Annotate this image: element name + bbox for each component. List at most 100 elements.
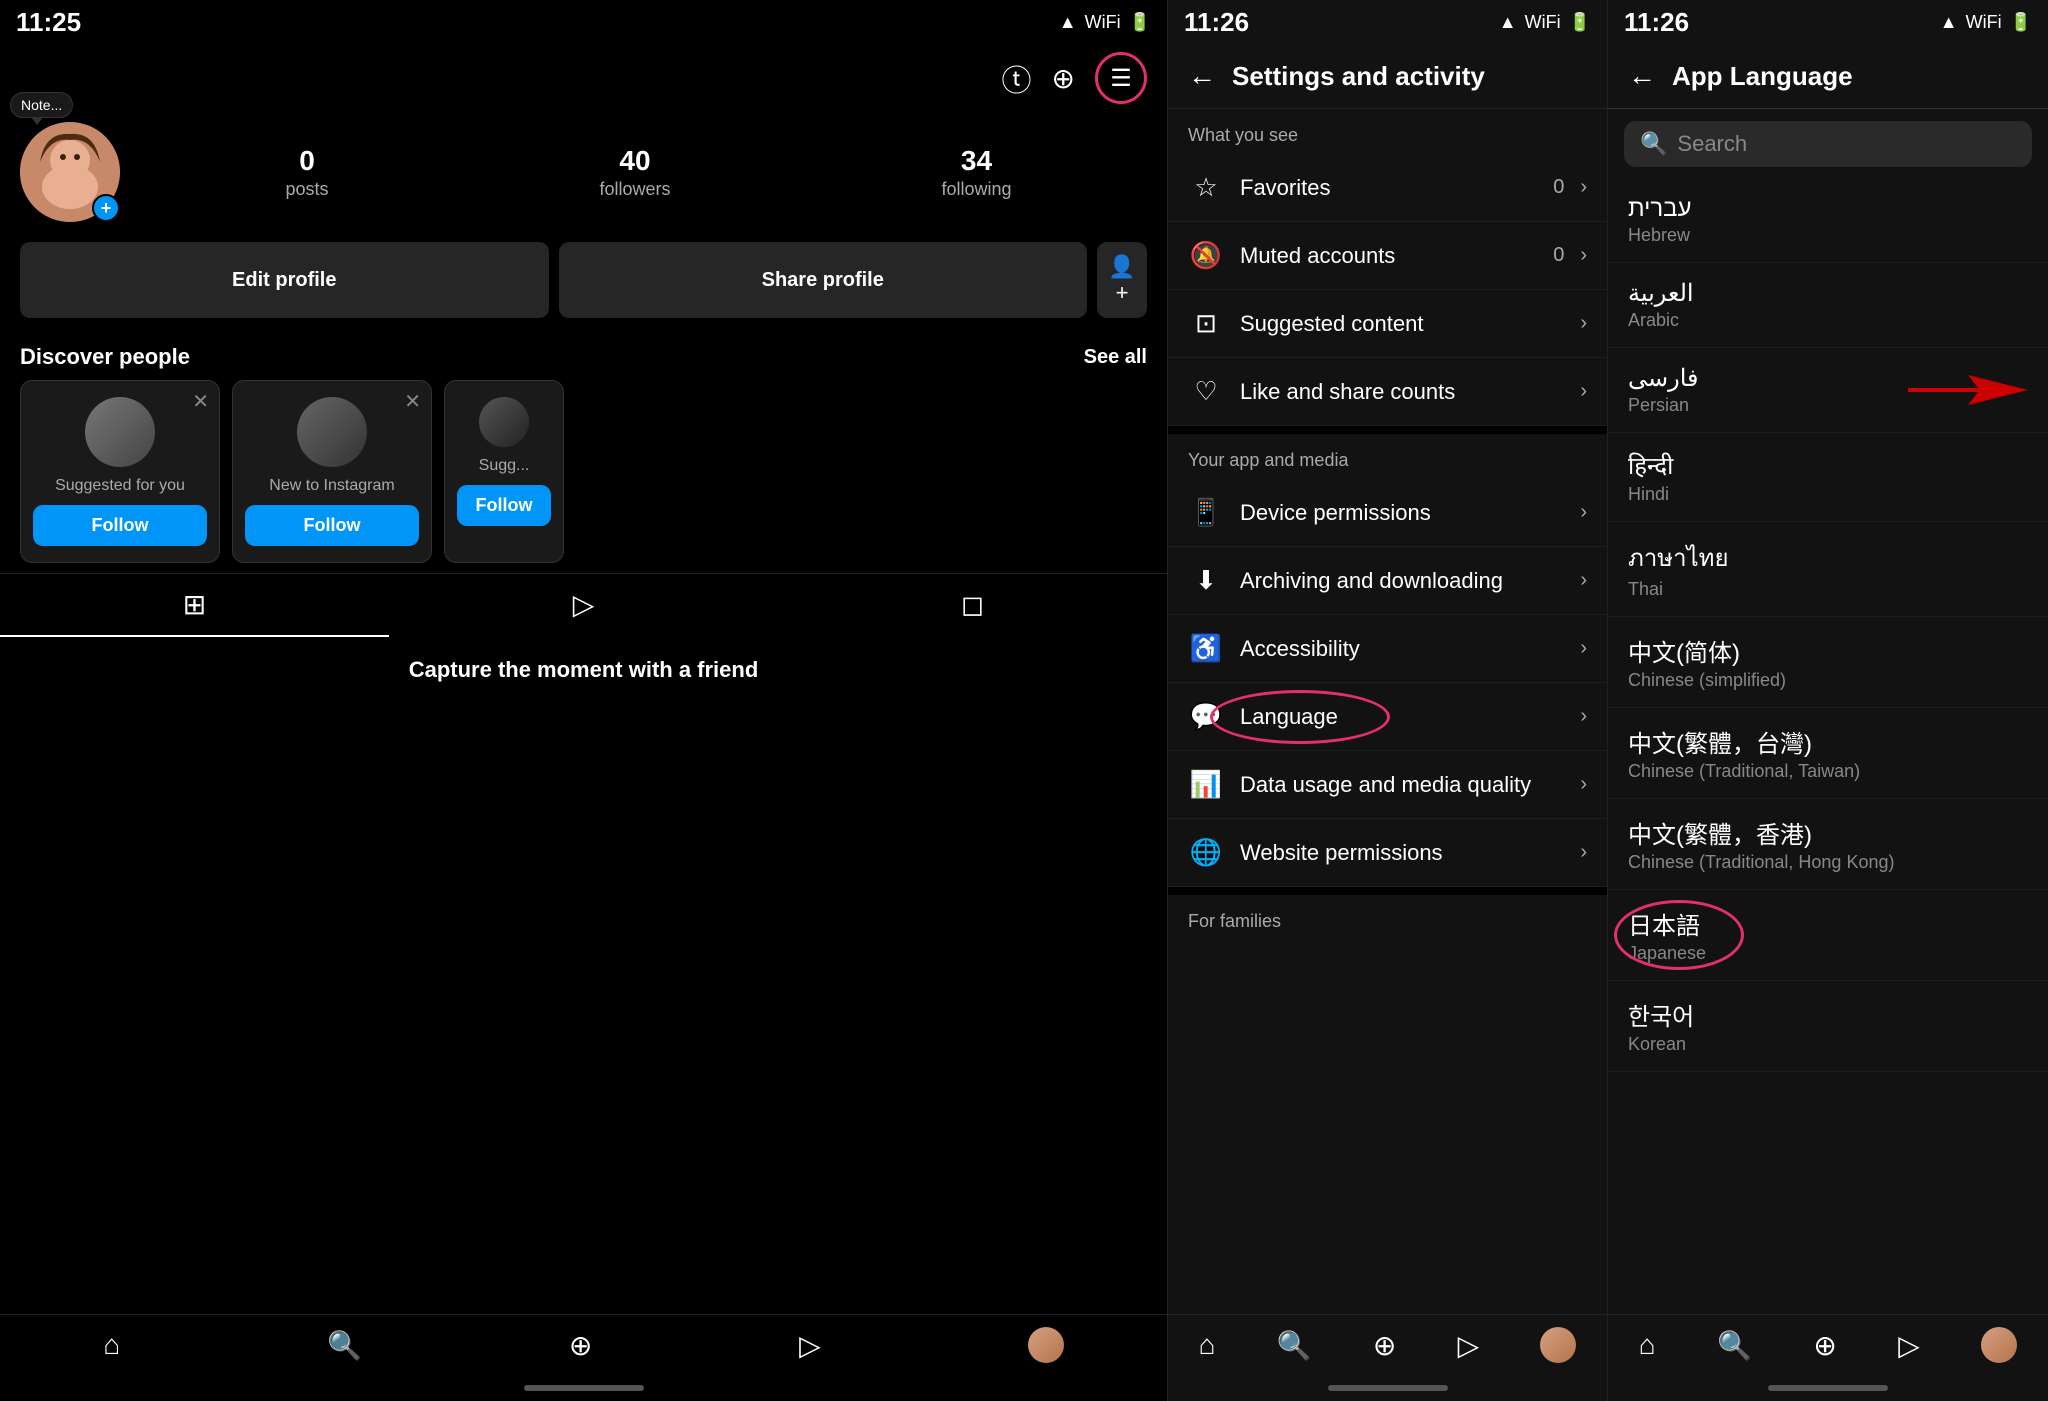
likes-text: Like and share counts [1240,379,1564,405]
card-label-1: New to Instagram [269,477,394,495]
lang-item-japanese[interactable]: 日本語 Japanese [1608,890,2048,981]
profile-tabs: ⊞ ▷ ◻ [0,573,1167,637]
home-icon-3[interactable]: ⌂ [1639,1329,1656,1361]
muted-icon: 🔕 [1188,240,1224,271]
profile-tab-grid[interactable]: ⊞ [0,574,389,637]
create-icon-3[interactable]: ⊕ [1813,1329,1836,1362]
profile-tab-tagged[interactable]: ◻ [778,574,1167,637]
lang-item-korean[interactable]: 한국어 Korean [1608,981,2048,1072]
lang-native-hebrew: עברית [1628,195,2028,223]
threads-icon[interactable]: ⓣ [1002,56,1032,100]
menu-icon[interactable]: ☰ [1095,52,1147,104]
card-avatar-1 [297,397,367,467]
likes-chevron: › [1580,380,1587,403]
status-icons-1: ▲ WiFi 🔋 [1059,12,1151,33]
lang-search-bar[interactable]: 🔍 [1624,121,2032,167]
muted-text: Muted accounts [1240,243,1537,269]
lang-item-zh-taiwan[interactable]: 中文(繁體，台灣) Chinese (Traditional, Taiwan) [1608,708,2048,799]
reels-tab[interactable]: ▷ [799,1329,821,1362]
tagged-icon: ◻ [961,588,984,621]
card-follow-button-1[interactable]: Follow [245,505,419,546]
create-icon-2[interactable]: ⊕ [1373,1329,1396,1362]
card-label-2: Sugg... [479,457,530,475]
settings-item-archiving[interactable]: ⬇ Archiving and downloading › [1168,547,1607,615]
search-icon-2[interactable]: 🔍 [1277,1329,1312,1362]
language-panel: 11:26 ▲ WiFi 🔋 ← App Language 🔍 עברית He… [1608,0,2048,1401]
lang-item-arabic[interactable]: العربية Arabic [1608,263,2048,348]
lang-english-thai: Thai [1628,579,2028,600]
profile-tab-reels[interactable]: ▷ [389,574,778,637]
followers-stat[interactable]: 40 followers [599,145,670,200]
see-all-link[interactable]: See all [1084,346,1147,369]
capture-banner: Capture the moment with a friend [0,637,1167,703]
profile-tab-icon[interactable] [1028,1327,1064,1363]
lang-item-thai[interactable]: ภาษาไทย Thai [1608,522,2048,617]
settings-back-button[interactable]: ← [1188,60,1216,92]
home-tab[interactable]: ⌂ [103,1329,120,1361]
accessibility-icon: ♿ [1188,633,1224,664]
edit-profile-button[interactable]: Edit profile [20,242,549,318]
wifi-icon: WiFi [1085,12,1121,33]
lang-native-korean: 한국어 [1628,997,2028,1032]
accessibility-text: Accessibility [1240,636,1564,662]
archiving-text: Archiving and downloading [1240,568,1564,594]
settings-title: Settings and activity [1232,61,1485,92]
card-label-0: Suggested for you [55,477,185,495]
settings-item-likes[interactable]: ♡ Like and share counts › [1168,358,1607,426]
search-icon-3[interactable]: 🔍 [1717,1329,1752,1362]
settings-item-favorites[interactable]: ☆ Favorites 0 › [1168,154,1607,222]
lang-back-button[interactable]: ← [1628,60,1656,92]
lang-item-zh-simplified[interactable]: 中文(简体) Chinese (simplified) [1608,617,2048,708]
settings-item-accessibility[interactable]: ♿ Accessibility › [1168,615,1607,683]
lang-item-hindi[interactable]: हिन्दी Hindi [1608,433,2048,522]
following-stat[interactable]: 34 following [941,145,1011,200]
posts-stat[interactable]: 0 posts [285,145,328,200]
settings-item-suggested[interactable]: ⊡ Suggested content › [1168,290,1607,358]
lang-english-hebrew: Hebrew [1628,225,2028,246]
lang-native-zh-simplified: 中文(简体) [1628,633,2028,668]
nav-pill-2 [1328,1385,1448,1391]
home-icon-2[interactable]: ⌂ [1199,1329,1216,1361]
card-close-button-0[interactable]: ✕ [192,389,209,414]
data-chevron: › [1580,773,1587,796]
settings-divider-2 [1168,887,1607,895]
share-profile-button[interactable]: Share profile [559,242,1088,318]
settings-item-muted[interactable]: 🔕 Muted accounts 0 › [1168,222,1607,290]
language-chevron: › [1580,705,1587,728]
lang-english-japanese: Japanese [1628,943,2028,964]
lang-search-icon: 🔍 [1640,131,1667,157]
lang-item-zh-hk[interactable]: 中文(繁體，香港) Chinese (Traditional, Hong Kon… [1608,799,2048,890]
card-follow-button-2[interactable]: Follow [457,485,551,526]
create-tab[interactable]: ⊕ [569,1329,592,1362]
nav-indicator-1 [0,1375,1167,1401]
lang-item-persian[interactable]: فارسی Persian [1608,348,2048,433]
add-friend-button[interactable]: 👤+ [1097,242,1147,318]
add-content-icon[interactable]: ⊕ [1052,62,1075,95]
website-chevron: › [1580,841,1587,864]
search-tab[interactable]: 🔍 [327,1329,362,1362]
status-time-2: 11:26 [1184,7,1249,38]
settings-item-website[interactable]: 🌐 Website permissions › [1168,819,1607,887]
profile-avatar-2[interactable] [1540,1327,1576,1363]
lang-english-hindi: Hindi [1628,484,2028,505]
lang-search-input[interactable] [1677,131,2016,157]
settings-item-language[interactable]: 💬 Language › [1168,683,1607,751]
settings-item-data[interactable]: 📊 Data usage and media quality › [1168,751,1607,819]
avatar-add-button[interactable]: + [92,194,120,222]
reels-icon-2[interactable]: ▷ [1458,1329,1480,1362]
avatar-wrap[interactable]: Note... + [20,122,120,222]
settings-panel: 11:26 ▲ WiFi 🔋 ← Settings and activity W… [1168,0,1608,1401]
card-close-button-1[interactable]: ✕ [404,389,421,414]
lang-native-persian: فارسی [1628,364,1699,393]
favorites-badge: 0 [1553,176,1564,199]
status-icons-2: ▲ WiFi 🔋 [1499,12,1591,33]
status-icons-3: ▲ WiFi 🔋 [1940,12,2032,33]
reels-icon-3[interactable]: ▷ [1898,1329,1920,1362]
card-follow-button-0[interactable]: Follow [33,505,207,546]
suggestion-cards: ✕ Suggested for you Follow ✕ New to Inst… [0,380,1167,563]
lang-item-hebrew[interactable]: עברית Hebrew [1608,179,2048,263]
status-time-1: 11:25 [16,7,81,38]
settings-item-device[interactable]: 📱 Device permissions › [1168,479,1607,547]
profile-avatar-3[interactable] [1981,1327,2017,1363]
lang-list: עברית Hebrew العربية Arabic فارسی Persia… [1608,179,2048,1314]
